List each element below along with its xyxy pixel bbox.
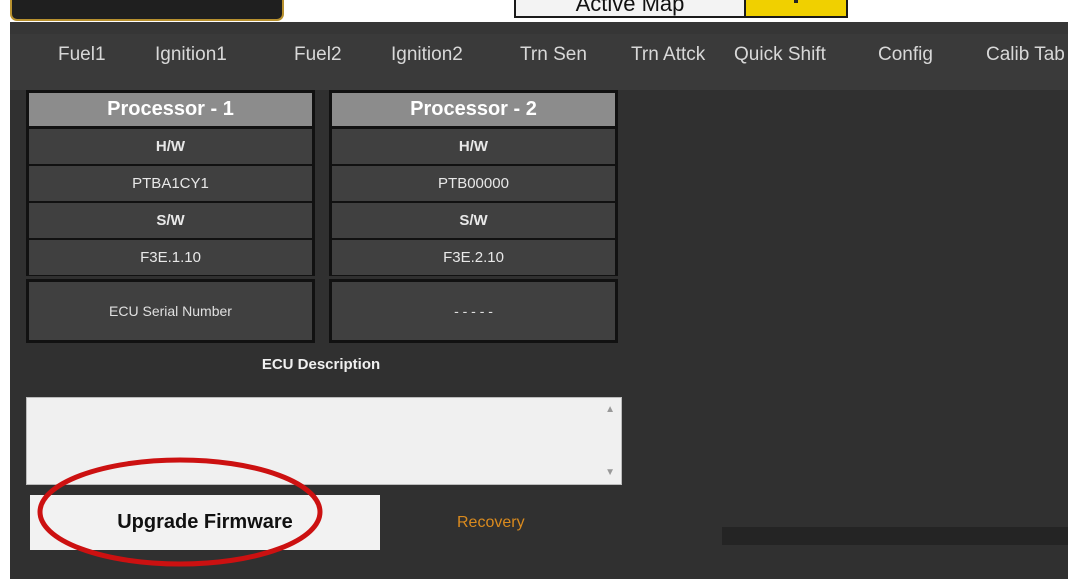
selector-mark xyxy=(794,0,798,3)
processor-title: Processor - 1 xyxy=(29,93,312,126)
top-bar: Active Map xyxy=(0,0,1068,22)
menu-item-trn-sen[interactable]: Trn Sen xyxy=(520,44,587,66)
menu-item-trn-attck[interactable]: Trn Attck xyxy=(631,44,705,66)
hw-value: PTBA1CY1 xyxy=(29,166,312,201)
hw-label: H/W xyxy=(29,129,312,164)
scroll-down-icon[interactable]: ▼ xyxy=(605,467,615,478)
menu-bar: Fuel1 Ignition1 Fuel2 Ignition2 Trn Sen … xyxy=(10,34,1068,90)
processor-1-table: Processor - 1 H/W PTBA1CY1 S/W F3E.1.10 xyxy=(26,90,315,276)
sw-label: S/W xyxy=(29,203,312,238)
scroll-up-icon[interactable]: ▲ xyxy=(605,404,615,415)
main-content: Processor - 1 H/W PTBA1CY1 S/W F3E.1.10 … xyxy=(10,90,1068,579)
ecu-description-label: ECU Description xyxy=(261,356,381,373)
ecu-serial-label-cell: ECU Serial Number xyxy=(26,279,315,343)
menu-item-ignition2[interactable]: Ignition2 xyxy=(391,44,463,66)
hw-value: PTB00000 xyxy=(332,166,615,201)
ecu-description-field[interactable]: ▲ ▼ xyxy=(26,397,622,485)
ecu-serial-value: - - - - - xyxy=(332,282,615,340)
recovery-link[interactable]: Recovery xyxy=(457,514,525,532)
menu-item-fuel2[interactable]: Fuel2 xyxy=(294,44,342,66)
processor-2-table: Processor - 2 H/W PTB00000 S/W F3E.2.10 xyxy=(329,90,618,276)
sw-label: S/W xyxy=(332,203,615,238)
app-window: Fuel1 Ignition1 Fuel2 Ignition2 Trn Sen … xyxy=(10,22,1068,579)
menu-item-ignition1[interactable]: Ignition1 xyxy=(155,44,227,66)
ecu-serial-label: ECU Serial Number xyxy=(29,282,312,340)
hw-label: H/W xyxy=(332,129,615,164)
sw-value: F3E.2.10 xyxy=(332,240,615,275)
menu-item-fuel1[interactable]: Fuel1 xyxy=(58,44,106,66)
sw-value: F3E.1.10 xyxy=(29,240,312,275)
map-selector[interactable] xyxy=(746,0,848,18)
app-logo xyxy=(10,0,284,21)
upgrade-firmware-button[interactable]: Upgrade Firmware xyxy=(30,495,380,550)
menu-item-calib-tab[interactable]: Calib Tab xyxy=(986,44,1065,66)
active-map-box: Active Map xyxy=(514,0,746,18)
menu-item-config[interactable]: Config xyxy=(878,44,933,66)
processor-title: Processor - 2 xyxy=(332,93,615,126)
progress-bar xyxy=(722,527,1068,545)
ecu-serial-value-cell: - - - - - xyxy=(329,279,618,343)
menu-item-quick-shift[interactable]: Quick Shift xyxy=(734,44,826,66)
